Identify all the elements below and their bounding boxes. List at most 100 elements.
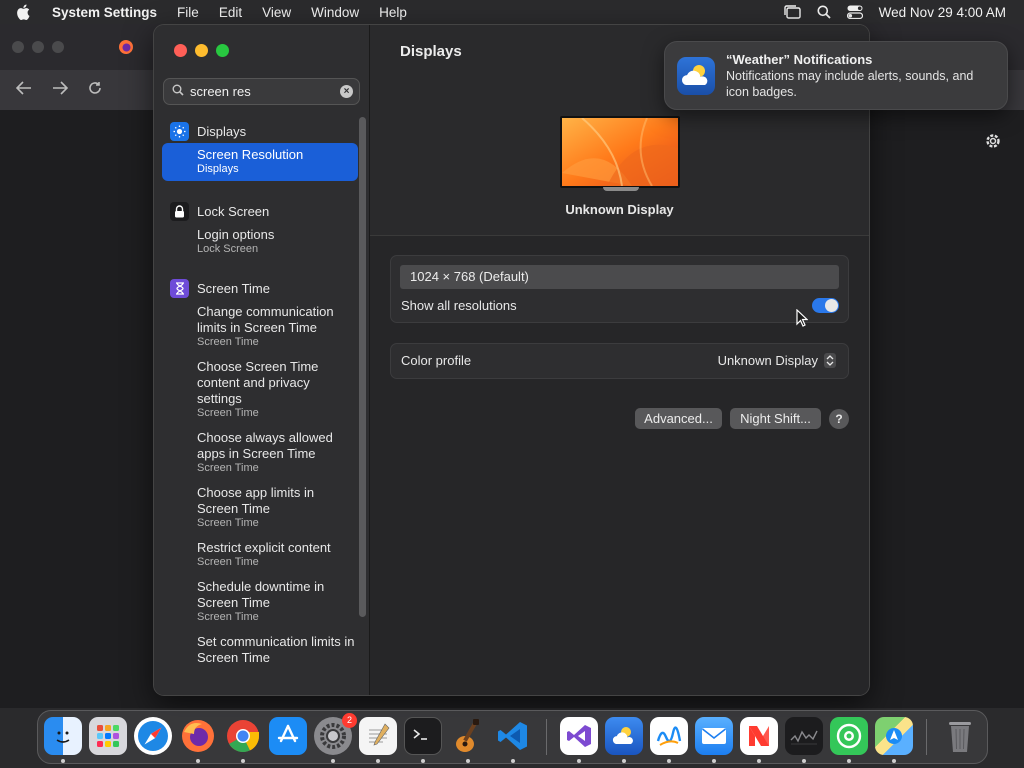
result-item-title: Login options — [197, 227, 275, 242]
running-indicator — [376, 759, 380, 763]
advanced-button[interactable]: Advanced... — [635, 408, 722, 429]
reload-icon[interactable] — [88, 81, 102, 100]
gear-icon[interactable] — [984, 132, 1002, 155]
result-item-title: Restrict explicit content — [197, 540, 331, 555]
menu-view[interactable]: View — [262, 5, 291, 20]
visual-studio-icon[interactable] — [560, 717, 598, 755]
dock: 2 — [37, 710, 988, 764]
finder-icon[interactable] — [44, 717, 82, 755]
result-item-app-limits[interactable]: Choose app limits in Screen Time Screen … — [162, 481, 358, 534]
chevron-up-down-icon — [824, 353, 836, 368]
freeform-icon[interactable] — [650, 717, 688, 755]
browser-window-controls — [12, 41, 64, 53]
running-indicator — [61, 759, 65, 763]
result-item-screen-resolution[interactable]: Screen Resolution Displays — [162, 143, 358, 181]
stage-manager-icon[interactable] — [783, 5, 801, 19]
close-button[interactable] — [174, 44, 187, 57]
spotlight-search-icon[interactable] — [817, 5, 831, 19]
browser-zoom-button[interactable] — [52, 41, 64, 53]
sun-icon — [170, 121, 189, 141]
terminal-icon[interactable] — [404, 717, 442, 755]
browser-close-button[interactable] — [12, 41, 24, 53]
night-shift-button[interactable]: Night Shift... — [730, 408, 821, 429]
result-category-displays[interactable]: Displays — [162, 119, 358, 143]
back-arrow-icon[interactable] — [15, 80, 32, 100]
textedit-icon[interactable] — [359, 717, 397, 755]
weather-notification-banner[interactable]: “Weather” Notifications Notifications ma… — [664, 41, 1008, 110]
running-indicator — [757, 759, 761, 763]
apple-menu-icon[interactable] — [16, 4, 38, 20]
zoom-button[interactable] — [216, 44, 229, 57]
settings-search-field[interactable]: × — [163, 78, 360, 105]
running-indicator — [241, 759, 245, 763]
stocks-icon[interactable] — [785, 717, 823, 755]
menu-file[interactable]: File — [177, 5, 199, 20]
running-indicator — [667, 759, 671, 763]
help-button[interactable]: ? — [829, 409, 849, 429]
search-icon — [172, 83, 184, 101]
minimize-button[interactable] — [195, 44, 208, 57]
running-indicator — [847, 759, 851, 763]
menubar-clock[interactable]: Wed Nov 29 4:00 AM — [879, 5, 1006, 20]
firefox-tab-icon[interactable] — [118, 39, 134, 60]
running-indicator — [466, 759, 470, 763]
forward-arrow-icon[interactable] — [52, 80, 69, 100]
search-input[interactable] — [190, 84, 330, 99]
notification-title: “Weather” Notifications — [726, 52, 873, 67]
mail-icon[interactable] — [695, 717, 733, 755]
running-indicator — [511, 759, 515, 763]
news-icon[interactable] — [740, 717, 778, 755]
result-item-subtitle: Lock Screen — [197, 243, 259, 255]
firefox-icon[interactable] — [179, 717, 217, 755]
result-item-subtitle: Screen Time — [197, 611, 259, 623]
menu-help[interactable]: Help — [379, 5, 407, 20]
display-name: Unknown Display — [565, 202, 674, 217]
menu-app-name[interactable]: System Settings — [52, 5, 157, 20]
display-thumbnail[interactable] — [560, 116, 680, 188]
color-profile-label: Color profile — [401, 353, 472, 368]
show-all-resolutions-toggle[interactable] — [812, 298, 839, 313]
system-settings-icon[interactable]: 2 — [314, 713, 357, 755]
vscode-icon[interactable] — [494, 717, 532, 755]
control-center-icon[interactable] — [846, 5, 863, 19]
dock-separator — [926, 719, 927, 755]
result-category-screen-time[interactable]: Screen Time — [162, 276, 358, 300]
color-profile-popup[interactable]: Unknown Display — [718, 353, 836, 368]
result-item-title: Choose Screen Time content and privacy s… — [197, 359, 319, 406]
running-indicator — [577, 759, 581, 763]
mouse-cursor-icon — [796, 308, 809, 332]
sidebar-scrollbar[interactable] — [359, 117, 366, 617]
menu-window[interactable]: Window — [311, 5, 359, 20]
menu-edit[interactable]: Edit — [219, 5, 242, 20]
garageband-icon[interactable] — [449, 717, 487, 755]
result-item-content-privacy[interactable]: Choose Screen Time content and privacy s… — [162, 355, 358, 424]
result-item-set-communication-limits[interactable]: Set communication limits in Screen Time — [162, 630, 358, 670]
result-item-login-options[interactable]: Login options Lock Screen — [162, 223, 358, 260]
result-item-title: Schedule downtime in Screen Time — [197, 579, 325, 610]
app-store-icon[interactable] — [269, 717, 307, 755]
weather-icon[interactable] — [605, 717, 643, 755]
running-indicator — [331, 759, 335, 763]
running-indicator — [196, 759, 200, 763]
result-item-subtitle: Screen Time — [197, 556, 259, 568]
find-my-icon[interactable] — [830, 717, 868, 755]
safari-icon[interactable] — [134, 717, 172, 755]
result-item-always-allowed[interactable]: Choose always allowed apps in Screen Tim… — [162, 426, 358, 479]
clear-search-icon[interactable]: × — [340, 85, 353, 98]
weather-app-icon — [677, 57, 715, 95]
launchpad-icon[interactable] — [89, 717, 127, 755]
browser-minimize-button[interactable] — [32, 41, 44, 53]
trash-icon[interactable] — [941, 717, 979, 755]
result-item-schedule-downtime[interactable]: Schedule downtime in Screen Time Screen … — [162, 575, 358, 628]
result-category-label: Lock Screen — [197, 203, 270, 219]
notification-body: Notifications may include alerts, sounds… — [726, 69, 974, 99]
result-category-lock-screen[interactable]: Lock Screen — [162, 199, 358, 223]
result-item-restrict-explicit[interactable]: Restrict explicit content Screen Time — [162, 536, 358, 573]
resolution-selected-row[interactable]: 1024 × 768 (Default) — [400, 265, 839, 289]
running-indicator — [802, 759, 806, 763]
chrome-icon[interactable] — [224, 717, 262, 755]
display-stand — [603, 187, 639, 191]
maps-icon[interactable] — [875, 717, 913, 755]
result-item-change-communication-limits[interactable]: Change communication limits in Screen Ti… — [162, 300, 358, 353]
lock-icon — [170, 201, 189, 221]
